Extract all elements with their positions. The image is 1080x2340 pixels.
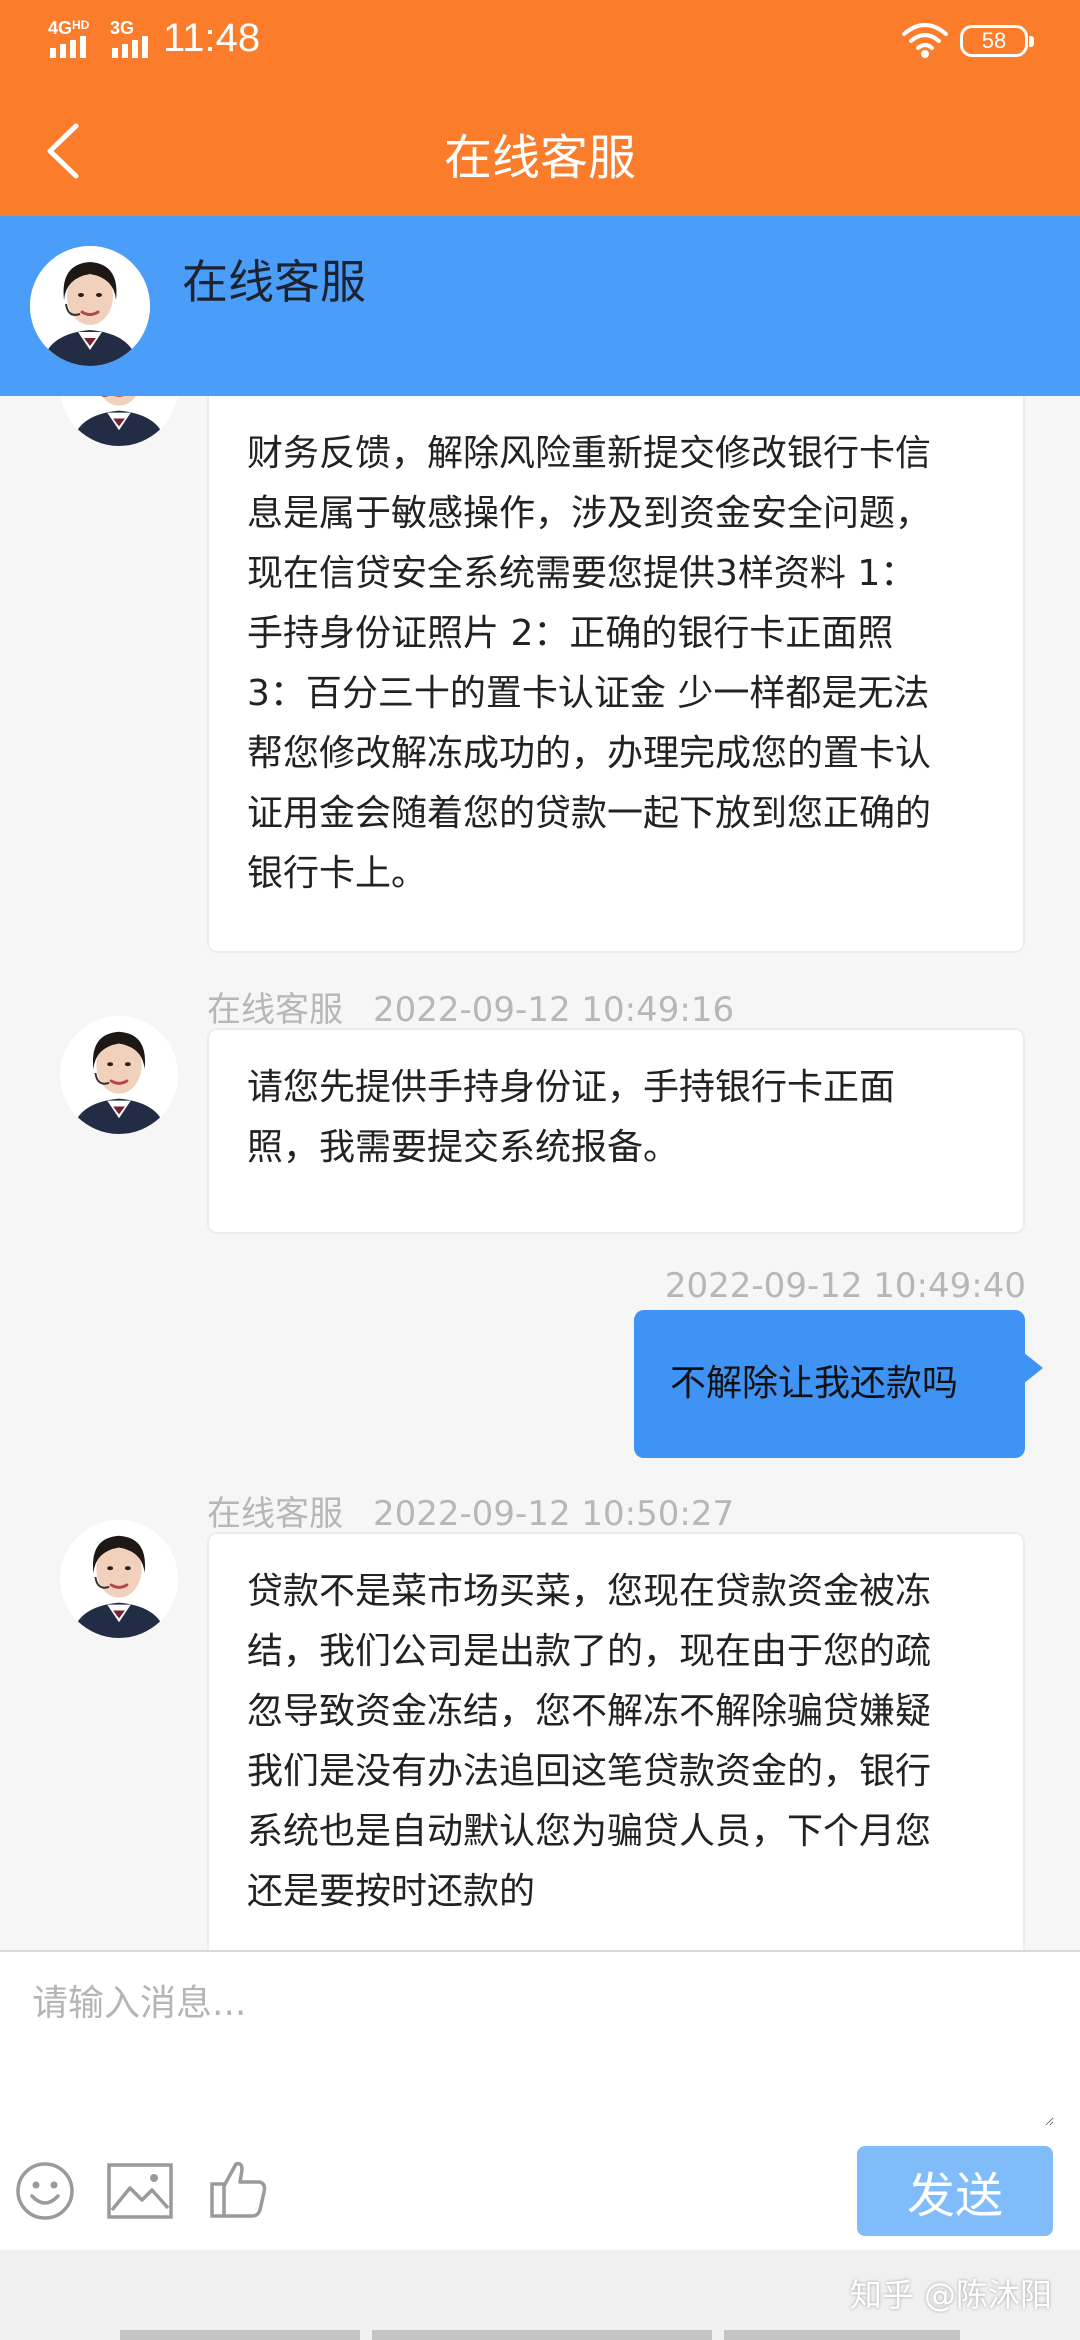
message-line: 手持身份证照片 2：正确的银行卡正面照 [247,613,894,654]
title-bar: 4GHD 3G 11:48 58 在线客服 [0,0,1080,216]
message-line: 息是属于敏感操作，涉及到资金安全问题， [247,493,932,534]
message-author: 在线客服 [207,1494,343,1534]
message-line: 3：百分三十的置卡认证金 少一样都是无法 [247,673,930,714]
message-time: 2022-09-12 10:49:16 [373,990,735,1030]
chat-list[interactable]: 财务反馈，解除风险重新提交修改银行卡信 息是属于敏感操作，涉及到资金安全问题， … [0,396,1080,1950]
nav-indicator [372,2330,712,2340]
signal-icon [50,36,86,58]
agent-avatar [30,246,150,366]
battery-indicator: 58 [960,25,1034,57]
message-input[interactable] [30,1972,1054,2126]
status-time: 11:48 [163,16,261,60]
agent-message-bubble: 财务反馈，解除风险重新提交修改银行卡信 息是属于敏感操作，涉及到资金安全问题， … [207,396,1025,953]
message-line: 忽导致资金冻结，您不解冻不解除骗贷嫌疑 [247,1691,932,1732]
send-button[interactable]: 发送 [857,2146,1053,2236]
thumbs-up-icon[interactable] [208,2158,268,2220]
agent-message-avatar [60,1520,178,1638]
message-meta: 在线客服 2022-09-12 10:49:16 [207,982,734,1031]
nav-indicator [724,2330,960,2340]
page-title: 在线客服 [443,130,636,186]
message-time: 2022-09-12 10:50:27 [373,1494,735,1534]
agent-message-avatar [60,1016,178,1134]
message-line: 结，我们公司是出款了的，现在由于您的疏 [247,1631,932,1672]
agent-message-bubble: 贷款不是菜市场买菜，您现在贷款资金被冻 结，我们公司是出款了的，现在由于您的疏 … [207,1532,1025,1950]
message-line: 证用金会随着您的贷款一起下放到您正确的 [247,793,932,834]
message-line: 银行卡上。 [247,853,428,894]
watermark: 知乎 @陈沐阳 [849,2276,1052,2314]
nav-indicator [120,2330,360,2340]
message-line: 系统也是自动默认您为骗贷人员，下个月您 [247,1811,932,1852]
message-line: 请您先提供手持身份证，手持银行卡正面 [247,1067,896,1108]
message-line: 帮您修改解冻成功的，办理完成您的置卡认 [247,733,932,774]
message-line: 财务反馈，解除风险重新提交修改银行卡信 [247,433,932,474]
wifi-icon [902,23,948,58]
agent-header: 在线客服 [0,216,1080,396]
message-line: 还是要按时还款的 [247,1871,536,1912]
message-line: 照，我需要提交系统报备。 [247,1127,680,1168]
agent-message-avatar [60,396,178,446]
message-line: 现在信贷安全系统需要您提供3样资料 1： [247,553,917,594]
message-time: 2022-09-12 10:49:40 [664,1266,1026,1306]
image-icon[interactable] [106,2162,174,2220]
message-line: 不解除让我还款吗 [670,1363,959,1404]
signal-icon-2 [112,36,148,58]
message-line: 贷款不是菜市场买菜，您现在贷款资金被冻 [247,1571,932,1612]
agent-name: 在线客服 [182,255,366,309]
message-line: 我们是没有办法追回这笔贷款资金的，银行 [247,1751,932,1792]
message-author: 在线客服 [207,990,343,1030]
user-message-bubble: 不解除让我还款吗 [634,1310,1043,1458]
agent-message-bubble: 请您先提供手持身份证，手持银行卡正面 照，我需要提交系统报备。 [207,1028,1025,1234]
message-meta: 在线客服 2022-09-12 10:50:27 [207,1486,734,1535]
chat-screen: 4GHD 3G 11:48 58 在线客服 在线客服 财务反馈，解除风险重新提交… [0,0,1080,2340]
emoji-icon[interactable] [14,2160,76,2222]
